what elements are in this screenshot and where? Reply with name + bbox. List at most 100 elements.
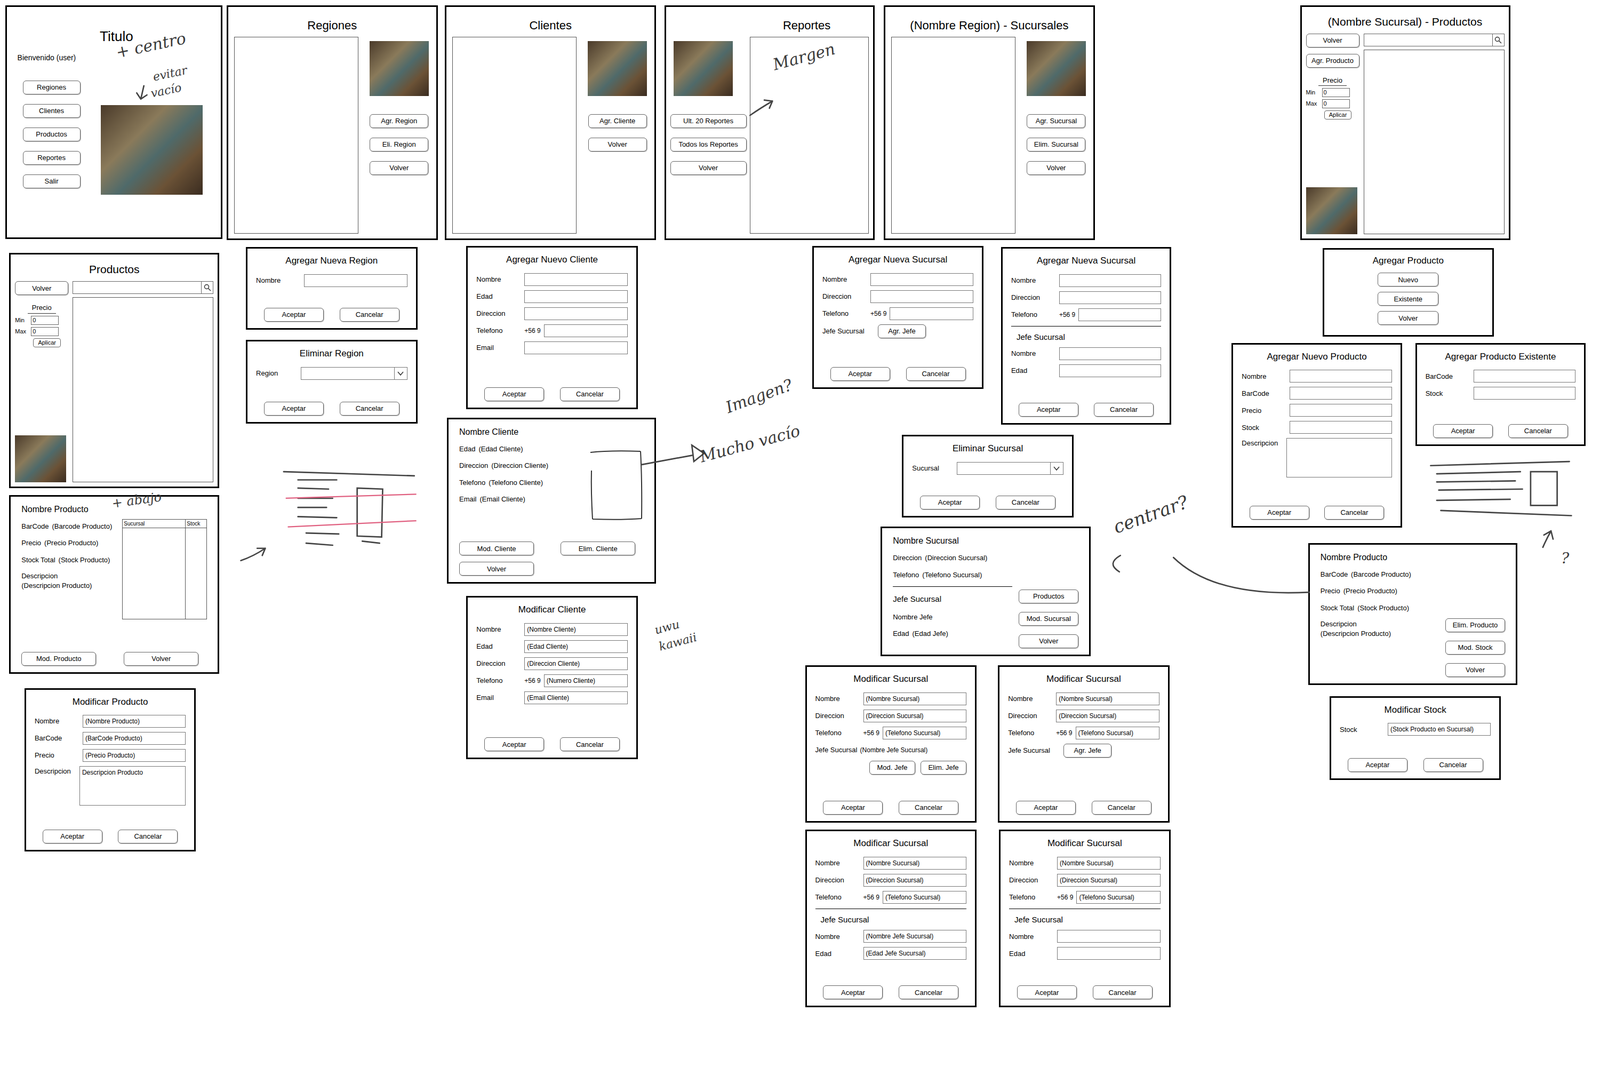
search-field[interactable] bbox=[72, 281, 214, 294]
button[interactable]: Aceptar bbox=[1433, 424, 1493, 438]
button[interactable]: Volver bbox=[1018, 634, 1079, 648]
button[interactable]: Mod. Producto bbox=[21, 651, 96, 666]
button[interactable]: Volver bbox=[369, 161, 429, 175]
button[interactable]: Cancelar bbox=[906, 366, 966, 381]
text-input[interactable]: (Direccion Sucursal) bbox=[863, 709, 967, 723]
text-input[interactable]: (Nombre Sucursal) bbox=[1057, 856, 1160, 870]
button[interactable]: Eli. Region bbox=[369, 137, 429, 152]
button[interactable]: Aceptar bbox=[264, 307, 324, 322]
text-input[interactable]: (Nombre Jefe Sucursal) bbox=[863, 929, 967, 943]
button[interactable]: Aceptar bbox=[822, 800, 883, 815]
button[interactable]: Cancelar bbox=[339, 401, 400, 416]
button[interactable]: Agr. Jefe bbox=[877, 324, 926, 339]
text-input[interactable] bbox=[1289, 403, 1392, 417]
button[interactable]: Volver bbox=[123, 651, 199, 666]
button[interactable]: Aceptar bbox=[1249, 505, 1310, 520]
text-input[interactable]: (Precio Producto) bbox=[82, 748, 186, 762]
button[interactable]: Cancelar bbox=[339, 307, 400, 322]
list-box[interactable] bbox=[234, 36, 359, 234]
button[interactable]: Mod. Sucursal bbox=[1018, 611, 1079, 626]
text-input[interactable]: (BarCode Producto) bbox=[82, 731, 186, 745]
button[interactable]: Existente bbox=[1377, 291, 1439, 306]
text-input[interactable]: (Direccion Sucursal) bbox=[1057, 873, 1160, 887]
text-input[interactable]: (Telefono Sucursal) bbox=[882, 726, 967, 740]
button[interactable]: Cancelar bbox=[1092, 985, 1153, 999]
text-input[interactable] bbox=[1289, 369, 1392, 383]
text-input[interactable]: (Direccion Cliente) bbox=[524, 657, 628, 670]
text-input[interactable] bbox=[889, 307, 974, 320]
list-box[interactable] bbox=[452, 36, 577, 234]
button[interactable]: Productos bbox=[22, 127, 81, 142]
button[interactable]: Cancelar bbox=[1508, 424, 1568, 438]
text-input[interactable] bbox=[544, 324, 628, 338]
text-input[interactable] bbox=[1289, 386, 1392, 400]
button[interactable]: Aceptar bbox=[1017, 985, 1077, 999]
textarea[interactable] bbox=[1286, 437, 1392, 478]
text-input[interactable]: (Nombre Producto) bbox=[82, 714, 186, 728]
button[interactable]: Aceptar bbox=[1018, 402, 1079, 417]
search-field[interactable] bbox=[1363, 33, 1505, 47]
text-input[interactable] bbox=[1059, 291, 1162, 304]
button[interactable]: Agr. Producto bbox=[1306, 53, 1360, 68]
button[interactable]: Productos bbox=[1018, 589, 1079, 604]
text-input[interactable] bbox=[1473, 369, 1576, 383]
button[interactable]: Cancelar bbox=[898, 985, 959, 999]
button[interactable]: Elim. Sucursal bbox=[1026, 137, 1086, 152]
button[interactable]: Cancelar bbox=[560, 387, 620, 402]
text-input[interactable] bbox=[1078, 308, 1162, 322]
text-input[interactable] bbox=[1059, 274, 1162, 287]
button[interactable]: Cancelar bbox=[560, 737, 620, 751]
button[interactable]: Volver bbox=[1026, 161, 1086, 175]
button[interactable]: Cancelar bbox=[1093, 402, 1154, 417]
button[interactable]: Volver bbox=[588, 137, 647, 152]
button[interactable]: Volver bbox=[459, 561, 534, 576]
list-box[interactable] bbox=[72, 297, 214, 482]
button[interactable]: Agr. Region bbox=[369, 114, 429, 128]
button[interactable]: Elim. Producto bbox=[1445, 618, 1506, 632]
text-input[interactable]: (Direccion Sucursal) bbox=[863, 873, 967, 887]
button[interactable]: Cancelar bbox=[117, 829, 178, 844]
select[interactable] bbox=[300, 366, 407, 380]
text-input[interactable] bbox=[870, 273, 974, 286]
button[interactable]: Aceptar bbox=[920, 495, 980, 510]
text-input[interactable] bbox=[1057, 929, 1160, 943]
button[interactable]: Reportes bbox=[22, 150, 81, 165]
text-input[interactable]: (Email Cliente) bbox=[524, 691, 628, 704]
button[interactable]: Aceptar bbox=[264, 401, 324, 416]
apply-button[interactable]: Aplicar bbox=[33, 338, 61, 348]
button[interactable]: Volver bbox=[1377, 310, 1439, 325]
button[interactable]: Aceptar bbox=[1016, 800, 1076, 815]
textarea[interactable]: Descripcion Producto bbox=[79, 765, 186, 806]
button[interactable]: Cancelar bbox=[1324, 505, 1384, 520]
list-box[interactable] bbox=[749, 36, 869, 234]
button[interactable]: Agr. Cliente bbox=[588, 114, 647, 128]
text-input[interactable] bbox=[1057, 946, 1160, 960]
button[interactable]: Elim. Jefe bbox=[920, 760, 967, 775]
button[interactable]: Aceptar bbox=[1347, 757, 1408, 772]
button[interactable]: Cancelar bbox=[1423, 757, 1484, 772]
text-input[interactable]: (Edad Jefe Sucursal) bbox=[863, 946, 967, 960]
list-box[interactable] bbox=[1363, 49, 1505, 235]
text-input[interactable]: (Edad Cliente) bbox=[524, 640, 628, 653]
text-input[interactable] bbox=[870, 290, 974, 303]
button[interactable]: Todos los Reportes bbox=[670, 137, 747, 152]
list-box[interactable] bbox=[891, 36, 1016, 234]
button[interactable]: Regiones bbox=[22, 80, 81, 95]
button[interactable]: Aceptar bbox=[42, 829, 103, 844]
button[interactable]: Agr. Sucursal bbox=[1026, 114, 1086, 128]
button[interactable]: Agr. Jefe bbox=[1063, 743, 1112, 758]
button[interactable]: Aceptar bbox=[484, 387, 544, 402]
text-input[interactable] bbox=[1059, 347, 1162, 360]
apply-button[interactable]: Aplicar bbox=[1324, 110, 1352, 120]
button[interactable]: Mod. Stock bbox=[1445, 640, 1506, 655]
button[interactable]: Cancelar bbox=[898, 800, 959, 815]
button[interactable]: Elim. Cliente bbox=[560, 541, 636, 556]
button[interactable]: Volver bbox=[14, 281, 69, 295]
text-input[interactable]: (Nombre Sucursal) bbox=[863, 692, 967, 706]
text-input[interactable]: (Telefono Sucursal) bbox=[882, 890, 967, 904]
text-input[interactable]: (Nombre Sucursal) bbox=[863, 856, 967, 870]
button[interactable]: Mod. Jefe bbox=[869, 760, 916, 775]
button[interactable]: Aceptar bbox=[484, 737, 544, 751]
button[interactable]: Nuevo bbox=[1377, 272, 1439, 287]
text-input[interactable] bbox=[304, 274, 407, 287]
